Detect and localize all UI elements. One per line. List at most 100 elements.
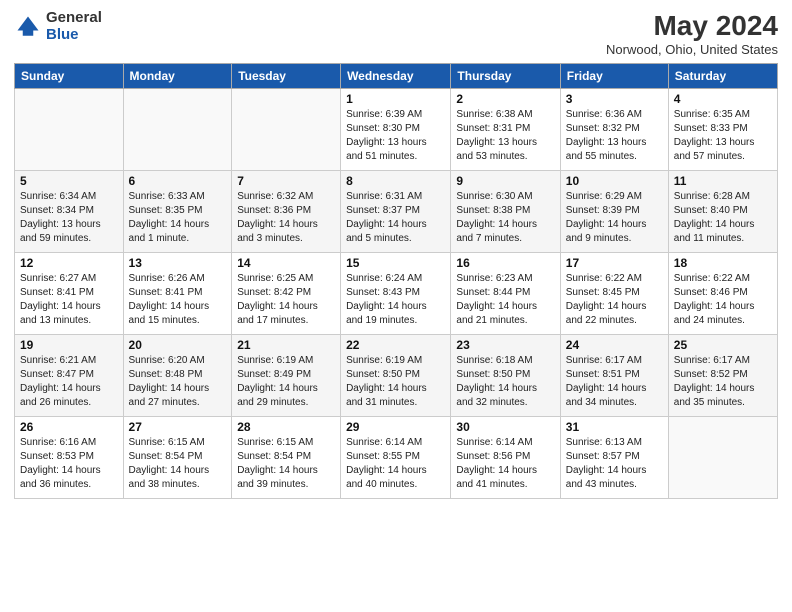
calendar-day-25: 25 Sunrise: 6:17 AMSunset: 8:52 PMDayligh… [668,335,777,417]
calendar-day-8: 8 Sunrise: 6:31 AMSunset: 8:37 PMDaylight… [341,171,451,253]
weekday-header-tuesday: Tuesday [232,64,341,89]
logo: General Blue [14,10,102,43]
day-info: Sunrise: 6:19 AMSunset: 8:50 PMDaylight:… [346,354,445,410]
day-info: Sunrise: 6:36 AMSunset: 8:32 PMDaylight:… [566,108,663,164]
logo-text: General Blue [46,10,102,43]
day-info: Sunrise: 6:33 AMSunset: 8:35 PMDaylight:… [129,190,227,246]
calendar-day-23: 23Sunrise: 6:18 AMSunset: 8:50 PMDayligh… [451,335,560,417]
calendar-week-row: 19Sunrise: 6:21 AMSunset: 8:47 PMDayligh… [15,335,778,417]
location-subtitle: Norwood, Ohio, United States [606,42,778,57]
calendar-day-15: 15 Sunrise: 6:24 AMSunset: 8:43 PMDayligh… [341,253,451,335]
calendar-day-5: 5 Sunrise: 6:34 AMSunset: 8:34 PMDaylight… [15,171,124,253]
day-info: Sunrise: 6:17 AMSunset: 8:51 PMDaylight:… [566,354,663,410]
calendar-day-22: 22 Sunrise: 6:19 AMSunset: 8:50 PMDayligh… [341,335,451,417]
day-number: 28 [237,420,335,434]
header: General Blue May 2024 Norwood, Ohio, Uni… [14,10,778,57]
day-info: Sunrise: 6:28 AMSunset: 8:40 PMDaylight:… [674,190,772,246]
day-info: Sunrise: 6:22 AMSunset: 8:45 PMDaylight:… [566,272,663,328]
calendar-day-4: 4Sunrise: 6:35 AMSunset: 8:33 PMDaylight… [668,89,777,171]
calendar-table: SundayMondayTuesdayWednesdayThursdayFrid… [14,63,778,499]
day-info: Sunrise: 6:15 AMSunset: 8:54 PMDaylight:… [237,436,335,492]
calendar-empty-cell [123,89,232,171]
calendar-day-16: 16Sunrise: 6:23 AMSunset: 8:44 PMDayligh… [451,253,560,335]
logo-general-text: General [46,10,102,27]
calendar-week-row: 26 Sunrise: 6:16 AMSunset: 8:53 PMDayligh… [15,417,778,499]
calendar-day-3: 3 Sunrise: 6:36 AMSunset: 8:32 PMDaylight… [560,89,668,171]
day-info: Sunrise: 6:30 AMSunset: 8:38 PMDaylight:… [456,190,554,246]
day-info: Sunrise: 6:16 AMSunset: 8:53 PMDaylight:… [20,436,118,492]
calendar-day-18: 18 Sunrise: 6:22 AMSunset: 8:46 PMDayligh… [668,253,777,335]
day-info: Sunrise: 6:14 AMSunset: 8:55 PMDaylight:… [346,436,445,492]
month-year-title: May 2024 [606,10,778,42]
day-info: Sunrise: 6:26 AMSunset: 8:41 PMDaylight:… [129,272,227,328]
day-info: Sunrise: 6:17 AMSunset: 8:52 PMDaylight:… [674,354,772,410]
day-number: 5 [20,174,118,188]
day-number: 9 [456,174,554,188]
day-number: 14 [237,256,335,270]
calendar-day-29: 29 Sunrise: 6:14 AMSunset: 8:55 PMDayligh… [341,417,451,499]
day-info: Sunrise: 6:32 AMSunset: 8:36 PMDaylight:… [237,190,335,246]
day-info: Sunrise: 6:22 AMSunset: 8:46 PMDaylight:… [674,272,772,328]
weekday-header-monday: Monday [123,64,232,89]
weekday-header-row: SundayMondayTuesdayWednesdayThursdayFrid… [15,64,778,89]
calendar-empty-cell [668,417,777,499]
logo-icon [14,13,42,41]
calendar-day-28: 28 Sunrise: 6:15 AMSunset: 8:54 PMDayligh… [232,417,341,499]
day-number: 26 [20,420,118,434]
day-number: 6 [129,174,227,188]
day-number: 8 [346,174,445,188]
day-info: Sunrise: 6:27 AMSunset: 8:41 PMDaylight:… [20,272,118,328]
calendar-empty-cell [15,89,124,171]
calendar-day-31: 31Sunrise: 6:13 AMSunset: 8:57 PMDayligh… [560,417,668,499]
day-number: 7 [237,174,335,188]
day-number: 4 [674,92,772,106]
calendar-week-row: 1 Sunrise: 6:39 AMSunset: 8:30 PMDaylight… [15,89,778,171]
day-info: Sunrise: 6:24 AMSunset: 8:43 PMDaylight:… [346,272,445,328]
day-info: Sunrise: 6:34 AMSunset: 8:34 PMDaylight:… [20,190,118,246]
day-number: 19 [20,338,118,352]
day-number: 3 [566,92,663,106]
weekday-header-thursday: Thursday [451,64,560,89]
day-info: Sunrise: 6:13 AMSunset: 8:57 PMDaylight:… [566,436,663,492]
page-container: General Blue May 2024 Norwood, Ohio, Uni… [0,0,792,509]
day-number: 2 [456,92,554,106]
calendar-day-20: 20Sunrise: 6:20 AMSunset: 8:48 PMDayligh… [123,335,232,417]
calendar-week-row: 12 Sunrise: 6:27 AMSunset: 8:41 PMDayligh… [15,253,778,335]
day-number: 30 [456,420,554,434]
day-info: Sunrise: 6:18 AMSunset: 8:50 PMDaylight:… [456,354,554,410]
calendar-day-13: 13 Sunrise: 6:26 AMSunset: 8:41 PMDayligh… [123,253,232,335]
logo-blue-text: Blue [46,27,102,44]
calendar-day-9: 9 Sunrise: 6:30 AMSunset: 8:38 PMDaylight… [451,171,560,253]
day-number: 29 [346,420,445,434]
day-number: 10 [566,174,663,188]
day-number: 21 [237,338,335,352]
day-number: 12 [20,256,118,270]
day-number: 13 [129,256,227,270]
calendar-day-30: 30Sunrise: 6:14 AMSunset: 8:56 PMDayligh… [451,417,560,499]
calendar-day-27: 27Sunrise: 6:15 AMSunset: 8:54 PMDayligh… [123,417,232,499]
calendar-day-24: 24 Sunrise: 6:17 AMSunset: 8:51 PMDayligh… [560,335,668,417]
weekday-header-wednesday: Wednesday [341,64,451,89]
calendar-day-11: 11Sunrise: 6:28 AMSunset: 8:40 PMDayligh… [668,171,777,253]
calendar-day-14: 14 Sunrise: 6:25 AMSunset: 8:42 PMDayligh… [232,253,341,335]
calendar-day-7: 7 Sunrise: 6:32 AMSunset: 8:36 PMDaylight… [232,171,341,253]
day-number: 27 [129,420,227,434]
calendar-empty-cell [232,89,341,171]
calendar-day-10: 10Sunrise: 6:29 AMSunset: 8:39 PMDayligh… [560,171,668,253]
weekday-header-sunday: Sunday [15,64,124,89]
day-number: 16 [456,256,554,270]
day-number: 24 [566,338,663,352]
day-info: Sunrise: 6:25 AMSunset: 8:42 PMDaylight:… [237,272,335,328]
day-number: 18 [674,256,772,270]
day-number: 22 [346,338,445,352]
calendar-day-19: 19Sunrise: 6:21 AMSunset: 8:47 PMDayligh… [15,335,124,417]
calendar-day-21: 21Sunrise: 6:19 AMSunset: 8:49 PMDayligh… [232,335,341,417]
calendar-day-1: 1 Sunrise: 6:39 AMSunset: 8:30 PMDaylight… [341,89,451,171]
day-number: 25 [674,338,772,352]
day-info: Sunrise: 6:39 AMSunset: 8:30 PMDaylight:… [346,108,445,164]
calendar-day-17: 17Sunrise: 6:22 AMSunset: 8:45 PMDayligh… [560,253,668,335]
calendar-day-12: 12 Sunrise: 6:27 AMSunset: 8:41 PMDayligh… [15,253,124,335]
day-info: Sunrise: 6:31 AMSunset: 8:37 PMDaylight:… [346,190,445,246]
day-number: 1 [346,92,445,106]
day-number: 15 [346,256,445,270]
